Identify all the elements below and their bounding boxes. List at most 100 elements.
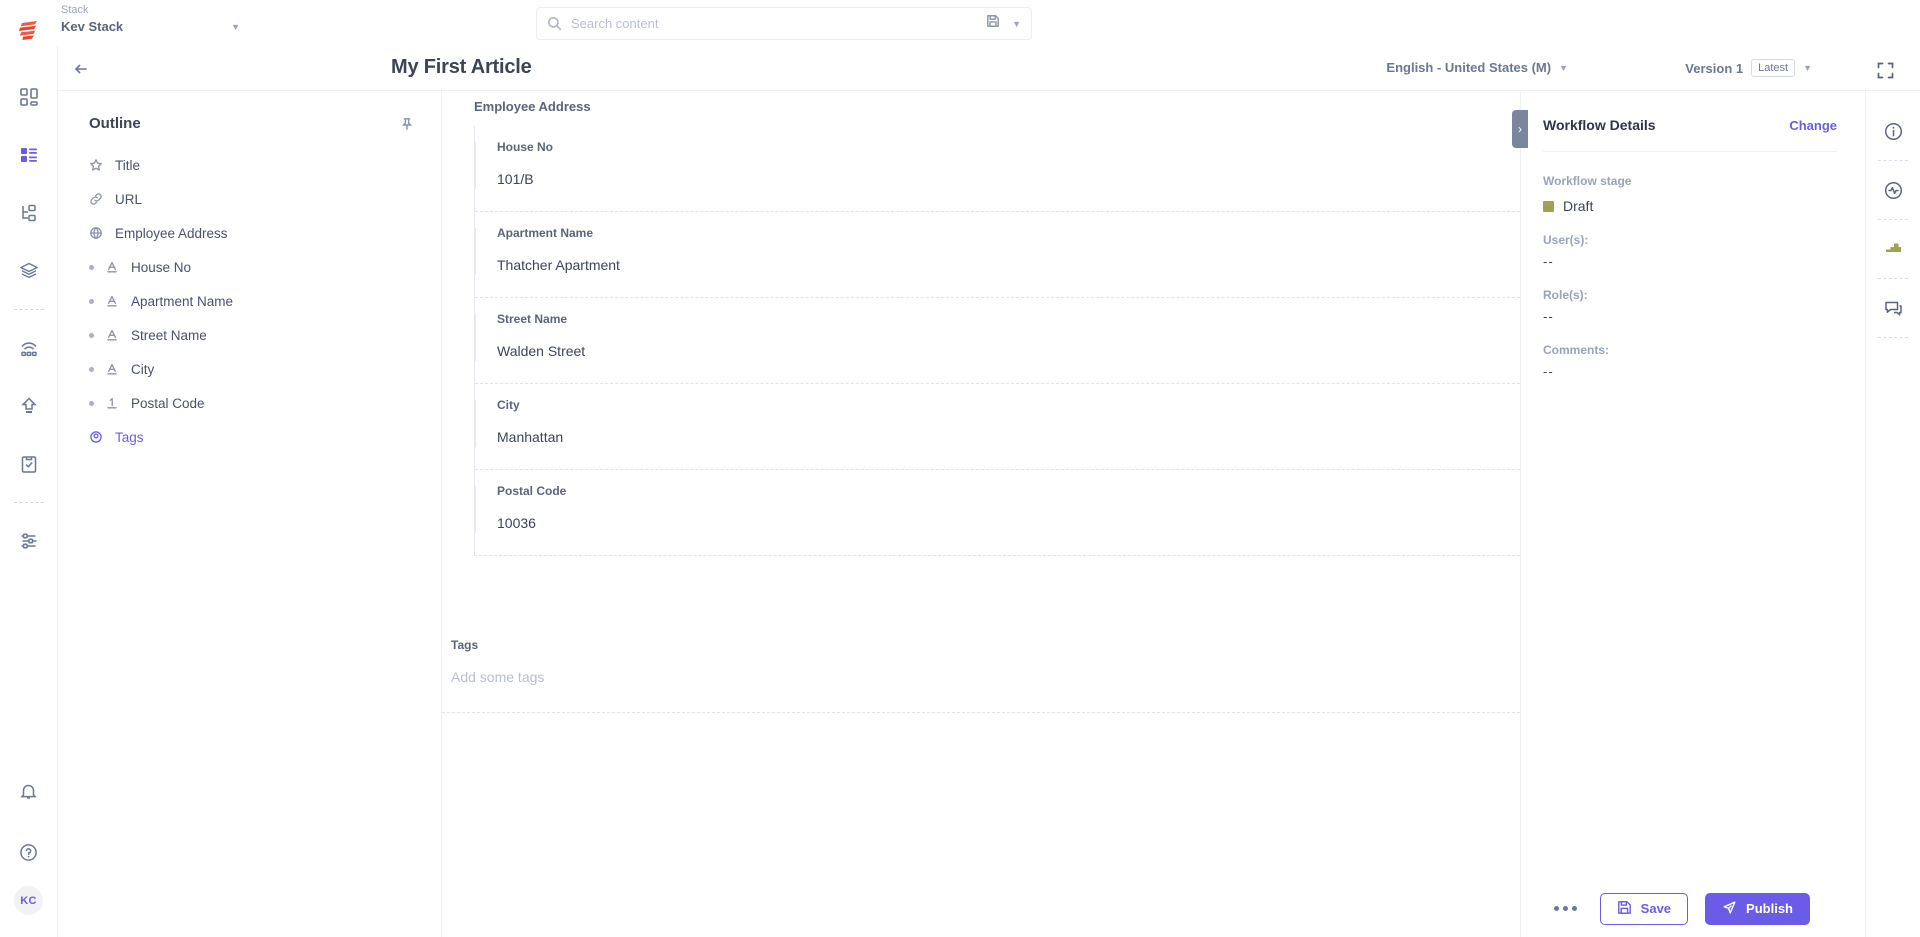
field-rail xyxy=(475,400,476,447)
outline-item-postal-code[interactable]: Postal Code xyxy=(58,386,441,420)
outline-item-tags[interactable]: Tags xyxy=(58,420,441,454)
info-circle-icon[interactable] xyxy=(1874,112,1912,150)
rail-divider xyxy=(13,309,44,310)
right-rail-divider xyxy=(1878,160,1908,161)
field-list: House No 101/B Apartment Name Thatcher Apar… xyxy=(475,126,1520,555)
chevron-down-icon: ▼ xyxy=(231,22,240,32)
publish-button[interactable]: Publish xyxy=(1705,892,1810,925)
bell-icon[interactable] xyxy=(9,771,49,811)
avatar[interactable]: KC xyxy=(14,886,43,915)
outline-item-employee-address[interactable]: Employee Address xyxy=(58,216,441,250)
workflow-stage-icon[interactable] xyxy=(1874,230,1912,268)
text-a-icon xyxy=(105,260,131,274)
workflow-users-value: -- xyxy=(1543,254,1554,269)
publish-send-icon xyxy=(1722,900,1737,918)
sidebar-item-dashboard[interactable] xyxy=(9,77,49,117)
sidebar-item-tasks[interactable] xyxy=(9,444,49,484)
page-title: My First Article xyxy=(391,56,532,78)
language-label: English - United States (M) xyxy=(1386,60,1552,75)
right-icon-rail xyxy=(1865,91,1920,937)
search-bar[interactable]: ▼ xyxy=(536,7,1032,40)
search-input[interactable] xyxy=(571,16,987,31)
language-picker[interactable]: English - United States (M) ▼ xyxy=(1386,60,1568,75)
sidebar-item-settings[interactable] xyxy=(9,521,49,561)
outline-item-label: Tags xyxy=(115,429,144,445)
sidebar-item-content-types[interactable] xyxy=(9,135,49,175)
outline-item-label: Apartment Name xyxy=(131,293,234,309)
workflow-users-label: User(s): xyxy=(1543,233,1589,247)
change-workflow-button[interactable]: Change xyxy=(1789,118,1837,133)
workflow-stage-text: Draft xyxy=(1563,198,1594,214)
tag-icon xyxy=(89,430,115,444)
field-value[interactable]: 10036 xyxy=(475,515,1520,531)
field-value[interactable]: Manhattan xyxy=(475,429,1520,445)
sidebar-item-publish-queue[interactable] xyxy=(9,328,49,368)
outline-item-house-no[interactable]: House No xyxy=(58,250,441,284)
workflow-title: Workflow Details xyxy=(1543,117,1656,133)
workflow-roles-value: -- xyxy=(1543,309,1554,324)
bullet-icon xyxy=(89,264,105,270)
sidebar-item-content-models[interactable] xyxy=(9,193,49,233)
search-icon xyxy=(547,16,562,31)
group-label: Employee Address xyxy=(474,99,591,114)
outline-item-label: Street Name xyxy=(131,327,207,343)
save-button[interactable]: Save xyxy=(1599,892,1689,925)
comments-icon[interactable] xyxy=(1874,289,1912,327)
publish-button-label: Publish xyxy=(1746,901,1793,916)
entry-footer: Save Publish xyxy=(1240,880,1865,937)
stack-picker[interactable]: Stack Kev Stack ▼ xyxy=(61,4,246,44)
contentstack-logo-icon[interactable] xyxy=(12,14,46,48)
chevron-down-icon: ▼ xyxy=(1803,63,1812,73)
sidebar-item-assets[interactable] xyxy=(9,251,49,291)
globe-icon xyxy=(89,226,115,240)
field-label: Apartment Name xyxy=(497,226,594,240)
field-apartment-name: Apartment Name Thatcher Apartment xyxy=(475,211,1520,297)
outline-item-title[interactable]: Title xyxy=(58,148,441,182)
arrow-left-icon[interactable] xyxy=(68,56,94,82)
workflow-details-panel: Workflow Details Change Workflow stage D… xyxy=(1520,91,1865,937)
chevron-down-icon[interactable]: ▼ xyxy=(1012,19,1021,29)
outline-item-label: Employee Address xyxy=(115,225,228,241)
outline-item-city[interactable]: City xyxy=(58,352,441,386)
sidebar-item-releases[interactable] xyxy=(9,386,49,426)
version-picker[interactable]: Version 1 Latest ▼ xyxy=(1685,59,1812,77)
text-a-icon xyxy=(105,294,131,308)
outline-item-label: Title xyxy=(115,157,141,173)
outline-list: Title URL Employee Address House No Apartmen… xyxy=(58,148,441,454)
tags-input[interactable]: Add some tags xyxy=(442,669,1520,685)
save-button-label: Save xyxy=(1640,901,1672,916)
text-a-icon xyxy=(105,362,131,376)
bullet-icon xyxy=(89,332,105,338)
field-rail xyxy=(475,142,476,189)
right-rail-divider-4 xyxy=(1878,337,1908,338)
fullscreen-expand-icon[interactable] xyxy=(1872,57,1898,83)
outline-header: Outline xyxy=(58,115,441,132)
outline-item-url[interactable]: URL xyxy=(58,182,441,216)
workflow-comments-value: -- xyxy=(1543,364,1554,379)
pin-icon[interactable] xyxy=(400,117,414,131)
left-icon-rail: KC xyxy=(0,0,57,937)
document-header: My First Article English - United States… xyxy=(57,46,1920,91)
outline-panel: Outline Title URL Employee Address House No… xyxy=(57,91,442,937)
save-search-icon[interactable] xyxy=(986,14,1000,33)
field-value[interactable]: Walden Street xyxy=(475,343,1520,359)
right-rail-divider-3 xyxy=(1878,278,1908,279)
field-value[interactable]: 101/B xyxy=(475,171,1520,187)
field-value[interactable]: Thatcher Apartment xyxy=(475,257,1520,273)
chevron-right-icon[interactable]: › xyxy=(1512,110,1528,148)
outline-title: Outline xyxy=(89,115,141,132)
top-bar: Stack Kev Stack ▼ ▼ xyxy=(57,0,1920,46)
field-house-no: House No 101/B xyxy=(475,126,1520,211)
tags-label: Tags xyxy=(451,638,479,652)
activity-pulse-icon[interactable] xyxy=(1874,171,1912,209)
workflow-stage-value: Draft xyxy=(1543,198,1837,214)
field-rail xyxy=(475,486,476,533)
outline-item-apartment-name[interactable]: Apartment Name xyxy=(58,284,441,318)
field-rail xyxy=(475,228,476,275)
question-circle-icon[interactable] xyxy=(9,832,49,872)
outline-item-label: City xyxy=(131,361,155,377)
outline-item-street-name[interactable]: Street Name xyxy=(58,318,441,352)
group-bottom-rule xyxy=(474,555,1520,556)
field-rail xyxy=(475,314,476,361)
more-horizontal-icon[interactable] xyxy=(1548,900,1583,917)
